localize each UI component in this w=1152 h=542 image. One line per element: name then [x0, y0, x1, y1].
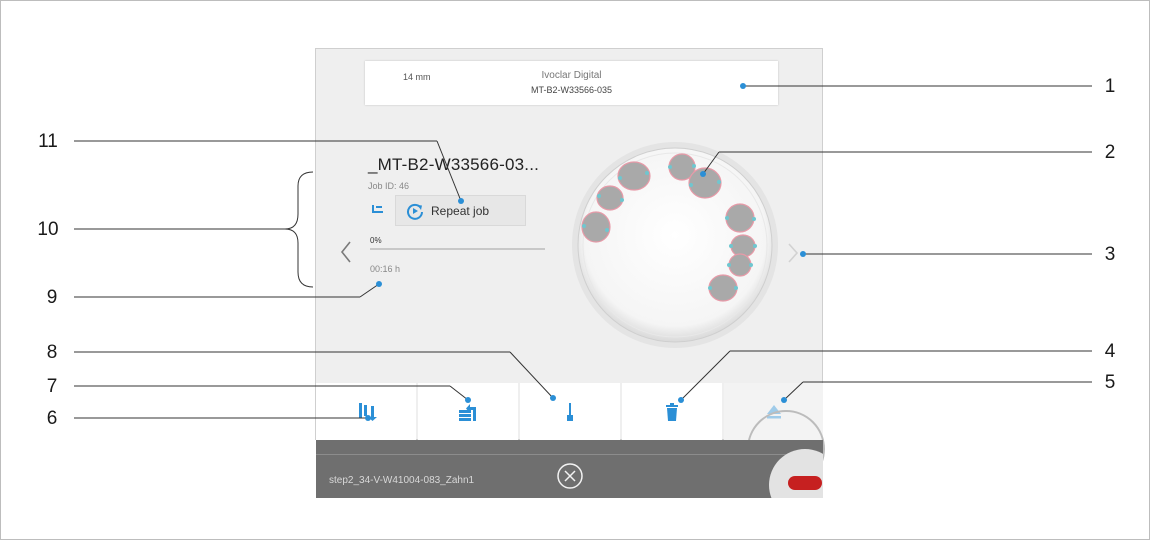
callout-9: 9 [46, 287, 58, 308]
callout-8: 8 [46, 342, 58, 363]
callout-2: 2 [1104, 142, 1116, 163]
callout-4: 4 [1104, 341, 1116, 362]
callout-7: 7 [46, 376, 58, 397]
callout-10: 10 [37, 219, 59, 240]
callout-11: 11 [38, 131, 58, 152]
callout-3: 3 [1104, 244, 1116, 265]
callout-6: 6 [46, 408, 58, 429]
callout-lines [74, 83, 1092, 421]
callout-1: 1 [1104, 76, 1116, 97]
callout-5: 5 [1104, 372, 1116, 393]
